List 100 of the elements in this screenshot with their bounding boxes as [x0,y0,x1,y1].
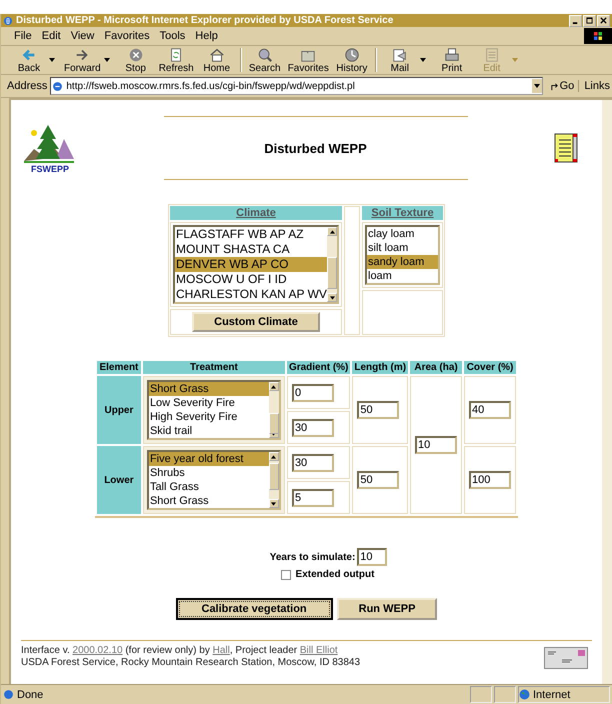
toolbar-button[interactable]: Print [432,46,472,74]
action-button[interactable]: Calibrate vegetation [176,598,333,620]
extended-output-label: Extended output [296,569,374,580]
treatment-listbox[interactable]: Five year old forest Shrubs Tall Grass Short Grass [146,450,281,510]
climate-option[interactable]: DENVER WB AP CO [175,257,327,272]
up-arrow-icon [271,454,276,458]
menu-item[interactable]: View [66,30,100,42]
toolbar-button[interactable]: Mail [380,46,432,74]
toolbar-button[interactable]: Search [244,46,285,74]
gradient-input[interactable]: 30 [292,454,334,472]
custom-climate-button[interactable]: Custom Climate [192,312,320,332]
menu-item[interactable]: Edit [36,30,66,42]
window-title: Disturbed WEPP - Microsoft Internet Explorer provided by USDA Forest Service [16,15,394,26]
area-input[interactable]: 10 [415,436,458,454]
footer-address: USDA Forest Service, Rocky Mountain Research Station, Moscow, ID 83843 [21,657,360,669]
soil-option[interactable]: silt loam [367,241,438,255]
toolbar-button[interactable]: Forward [61,46,116,74]
length-input[interactable]: 50 [357,401,400,419]
years-input[interactable]: 10 [357,548,388,566]
column-header: Length (m) [352,361,408,374]
menu-item[interactable]: Help [190,30,223,42]
gradient-input[interactable]: 30 [292,418,334,436]
gradient-input[interactable]: 5 [292,488,334,506]
soil-texture-header-link[interactable]: Soil Texture [362,206,443,220]
maximize-button[interactable] [583,14,596,26]
caret-icon [512,58,518,62]
up-arrow-icon [271,384,276,388]
down-arrow-icon [330,296,334,300]
footer-link[interactable]: Hall [212,645,230,656]
cover-input[interactable]: 100 [469,471,512,489]
toolbar-button[interactable]: Refresh [156,46,197,74]
footer-link[interactable]: Bill Elliot [300,645,338,656]
down-arrow-icon [271,432,276,436]
tree-mountain-drawing [24,122,76,162]
soil-option[interactable]: sandy loam [367,255,438,269]
page-icon [52,80,64,92]
caret-icon [49,58,55,62]
toolbar-button[interactable]: Stop [116,46,156,74]
security-zone: Internet [533,688,570,700]
minimize-button[interactable] [569,14,582,26]
menu-item[interactable]: File [9,30,37,42]
years-label: Years to simulate: [270,552,356,562]
address-label: Address [7,80,48,92]
treatment-option[interactable]: Tall Grass [148,480,269,494]
menu-item[interactable]: Tools [154,30,190,42]
soil-option[interactable]: loam [367,269,438,283]
column-header: Cover (%) [464,361,516,374]
envelope-icon[interactable] [544,647,588,669]
treatment-option[interactable]: High Severity Fire [148,410,269,424]
toolbar-button[interactable]: Home [196,46,237,74]
climate-option[interactable]: CHARLESTON KAN AP WV [175,287,327,302]
climate-option[interactable]: FLAGSTAFF WB AP AZ [175,227,327,242]
document-icon[interactable] [554,133,578,163]
length-input[interactable]: 50 [357,471,400,489]
soil-texture-listbox[interactable]: clay loam silt loam sandy loam loam [365,225,440,285]
treatment-option[interactable]: Skid trail [148,424,269,438]
printer-icon [442,46,461,62]
scrollbar[interactable] [327,227,337,302]
menu-item[interactable]: Favorites [99,30,155,42]
treatment-listbox[interactable]: Short Grass Low Severity Fire High Severity Fire Skid trail [146,380,281,440]
treatment-option[interactable]: Short Grass [148,494,269,508]
cover-input[interactable]: 40 [469,401,512,419]
treatment-option[interactable]: Shrubs [148,466,269,480]
extended-output-checkbox[interactable] [280,570,291,580]
home-icon [208,46,226,62]
soil-option[interactable]: clay loam [367,227,438,241]
page-heading: Disturbed WEPP [264,141,367,156]
mail-icon [390,46,409,62]
action-button[interactable]: Run WEPP [336,598,438,620]
toolbar-button[interactable]: History [332,46,372,74]
close-button[interactable] [597,14,610,26]
down-arrow-icon [271,502,276,506]
toolbar-button[interactable]: Back [9,46,61,74]
address-field[interactable]: http://fsweb.moscow.rmrs.fs.fed.us/cgi-bin/fswepp/wd/weppdist.pl [50,77,543,95]
scrollbar[interactable] [602,100,612,684]
caret-icon [534,84,540,88]
go-button[interactable]: Go [546,80,580,92]
links-button[interactable]: Links [582,80,610,92]
fswepp-logo: FSWEPP [23,122,77,174]
status-text: Done [17,688,44,700]
go-arrow-icon [550,82,559,90]
treatment-option[interactable]: Short Grass [148,382,269,396]
treatment-option[interactable]: Low Severity Fire [148,396,269,410]
page-icon [3,689,14,700]
footer-link[interactable]: 2000.02.10 [72,645,123,656]
column-header: Area (ha) [410,361,462,374]
scrollbar[interactable] [268,452,279,508]
climate-header-link[interactable]: Climate [170,206,342,220]
scrollbar[interactable] [268,382,279,438]
dropdown-button[interactable] [532,79,542,93]
caret-icon [420,58,426,62]
climate-listbox[interactable]: FLAGSTAFF WB AP AZ MOUNT SHASTA CA DENVER WB AP CO MOSCOW U OF I ID CHARLESTON KAN AP WV [173,225,339,304]
treatment-option[interactable]: Five year old forest [148,452,269,466]
toolbar-button[interactable]: Favorites [284,46,332,74]
clock-icon [342,46,361,62]
windows-logo-icon [584,28,612,44]
climate-option[interactable]: MOSCOW U OF I ID [175,272,327,287]
close-icon [600,17,607,24]
gradient-input[interactable]: 0 [292,384,334,402]
climate-option[interactable]: MOUNT SHASTA CA [175,242,327,257]
